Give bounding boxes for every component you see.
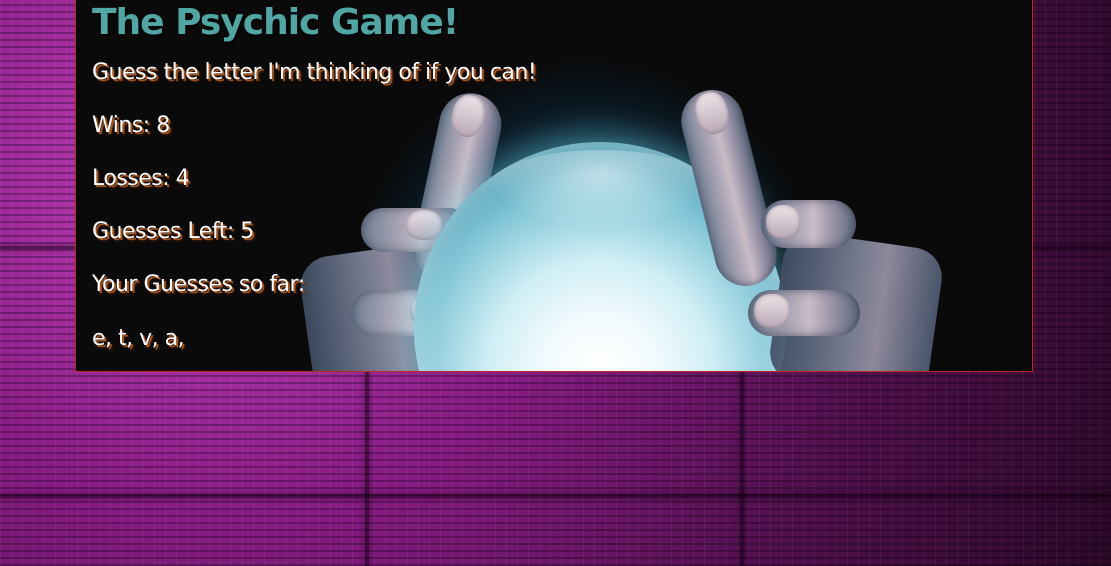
right-hand-nail [754,294,790,328]
right-hand-nail [691,88,733,138]
crystal-ball [414,142,786,371]
background-seam [0,246,76,249]
background-seam [740,372,744,566]
left-hand-nail [410,295,446,327]
losses-counter: Losses: 4 [92,166,190,191]
left-hand-palm [296,240,456,371]
right-hand-palm [766,229,946,371]
right-hand-middle-finger [761,200,856,248]
game-instructions: Guess the letter I'm thinking of if you … [92,60,537,85]
guesses-so-far-label: Your Guesses so far: [92,272,305,297]
left-hand-index-finger [406,87,508,287]
wins-counter: Wins: 8 [92,113,170,138]
left-hand-nail [447,92,489,140]
guesses-so-far-list: e, t, v, a, [92,326,185,351]
background-seam [1033,246,1111,249]
right-hand-nail [766,205,800,239]
crystal-ball-illustration [76,0,1032,371]
background-seam [365,372,369,566]
left-hand-nail [406,210,442,240]
left-hand-ring-finger [351,290,461,336]
game-panel: The Psychic Game! Guess the letter I'm t… [75,0,1033,372]
crystal-ball-highlight [486,150,716,230]
right-hand-index-finger [674,83,784,293]
guesses-left-counter: Guesses Left: 5 [92,219,254,244]
right-hand-ring-finger [748,290,860,336]
ball-glow [356,60,816,371]
game-title: The Psychic Game! [92,2,459,43]
background-seam [0,494,1111,498]
left-hand-middle-finger [361,208,471,252]
